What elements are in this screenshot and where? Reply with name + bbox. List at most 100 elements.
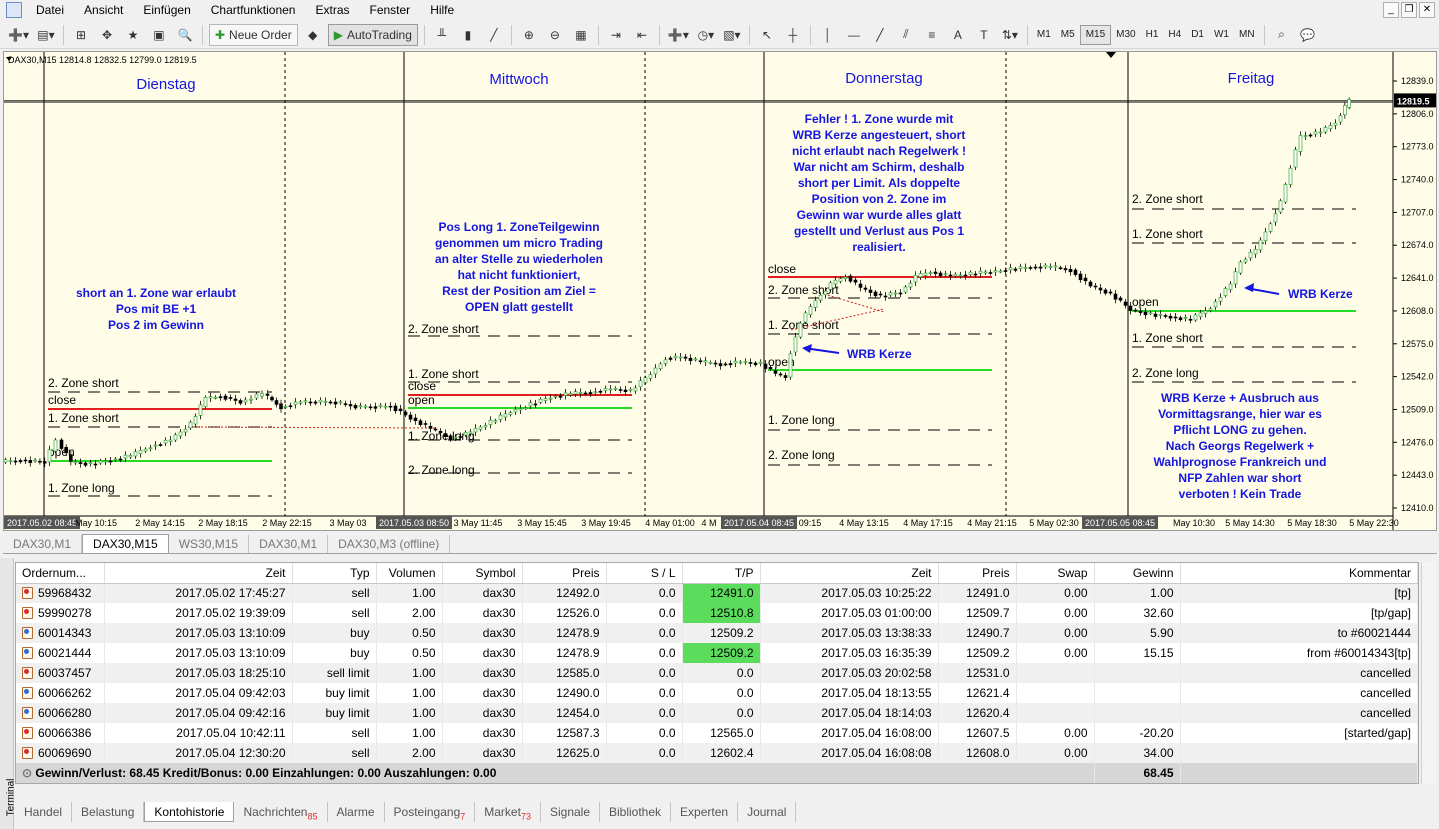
new-order-button[interactable]: ✚ Neue Order bbox=[208, 23, 298, 46]
line-chart-icon[interactable]: ╱ bbox=[483, 24, 505, 46]
table-row[interactable]: 60037457 2017.05.03 18:25:10 sell limit 1.0… bbox=[16, 663, 1418, 683]
autotrading-button[interactable]: ▶ AutoTrading bbox=[327, 23, 418, 46]
tab-experten[interactable]: Experten bbox=[671, 802, 739, 822]
tab-alarme[interactable]: Alarme bbox=[328, 802, 385, 822]
vertical-line-icon[interactable]: │ bbox=[817, 24, 839, 46]
grid-header-cell[interactable]: Swap bbox=[1016, 563, 1095, 584]
tab-posteingang[interactable]: Posteingang7 bbox=[385, 802, 476, 822]
menu-extras[interactable]: Extras bbox=[305, 3, 359, 17]
menu-ansicht[interactable]: Ansicht bbox=[74, 3, 133, 17]
tab-kontohistorie[interactable]: Kontohistorie bbox=[144, 802, 235, 822]
new-chart-icon[interactable]: ➕▾ bbox=[6, 24, 31, 46]
chart-tab[interactable]: DAX30,M1 bbox=[249, 535, 329, 553]
terminal-icon[interactable]: ▣ bbox=[148, 24, 170, 46]
tab-journal[interactable]: Journal bbox=[738, 802, 797, 822]
chart-tab[interactable]: DAX30,M15 bbox=[82, 534, 169, 553]
grid-header-cell[interactable]: S / L bbox=[606, 563, 683, 584]
arrows-icon[interactable]: ⇅▾ bbox=[999, 24, 1021, 46]
grid-header-cell[interactable]: Preis bbox=[938, 563, 1017, 584]
restore-icon[interactable]: ❐ bbox=[1401, 2, 1417, 18]
candle-body bbox=[718, 363, 723, 367]
table-row[interactable]: 60066262 2017.05.04 09:42:03 buy limit 1.00… bbox=[16, 683, 1418, 703]
grid-header-cell[interactable]: Zeit bbox=[104, 563, 293, 584]
table-row[interactable]: 59968432 2017.05.02 17:45:27 sell 1.00 dax30… bbox=[16, 583, 1418, 603]
table-row[interactable]: 60069690 2017.05.04 12:30:20 sell 2.00 dax30… bbox=[16, 743, 1418, 763]
grid-header-cell[interactable]: Typ bbox=[292, 563, 377, 584]
metaeditor-icon[interactable]: ◆ bbox=[302, 24, 324, 46]
tab-signale[interactable]: Signale bbox=[541, 802, 600, 822]
menu-chartfunktionen[interactable]: Chartfunktionen bbox=[201, 3, 306, 17]
tab-market[interactable]: Market73 bbox=[475, 802, 541, 822]
candle-body bbox=[208, 396, 213, 399]
tab-nachrichten[interactable]: Nachrichten85 bbox=[234, 802, 328, 822]
timeframe-w1[interactable]: W1 bbox=[1209, 25, 1234, 45]
autoscroll-icon[interactable]: ⇥ bbox=[605, 24, 627, 46]
search-icon[interactable]: ⌕ bbox=[1271, 24, 1293, 46]
navigator-icon[interactable]: ★ bbox=[122, 24, 144, 46]
zoom-out-icon[interactable]: ⊖ bbox=[544, 24, 566, 46]
close-icon[interactable]: ✕ bbox=[1419, 2, 1435, 18]
minimize-icon[interactable]: _ bbox=[1383, 2, 1399, 18]
table-row[interactable]: 60021444 2017.05.03 13:10:09 buy 0.50 dax30 1… bbox=[16, 643, 1418, 663]
chat-icon[interactable]: 💬 bbox=[1297, 24, 1319, 46]
timeframe-m15[interactable]: M15 bbox=[1079, 24, 1112, 45]
timeframe-h4[interactable]: H4 bbox=[1163, 25, 1186, 45]
chart-tab[interactable]: DAX30,M1 bbox=[3, 535, 83, 553]
fibonacci-icon[interactable]: ≡ bbox=[921, 24, 943, 46]
tab-label: Kontohistorie bbox=[154, 805, 225, 819]
cursor-icon[interactable]: ↖ bbox=[756, 24, 778, 46]
grid-header-cell[interactable]: Kommentar bbox=[1180, 563, 1418, 584]
timeframe-m5[interactable]: M5 bbox=[1056, 25, 1080, 45]
market-watch-icon[interactable]: ⊞ bbox=[70, 24, 92, 46]
timeframe-m30[interactable]: M30 bbox=[1111, 25, 1140, 45]
tab-belastung[interactable]: Belastung bbox=[72, 802, 145, 822]
data-window-icon[interactable]: ✥ bbox=[96, 24, 118, 46]
menu-hilfe[interactable]: Hilfe bbox=[420, 3, 464, 17]
candle-body bbox=[738, 361, 743, 364]
menu-datei[interactable]: Datei bbox=[26, 3, 74, 17]
timeframe-d1[interactable]: D1 bbox=[1186, 25, 1209, 45]
tab-handel[interactable]: Handel bbox=[15, 802, 73, 822]
grid-header-cell[interactable]: Preis bbox=[522, 563, 607, 584]
zoom-in-icon[interactable]: ⊕ bbox=[518, 24, 540, 46]
grid-header-cell[interactable]: Gewinn bbox=[1094, 563, 1181, 584]
tab-bibliothek[interactable]: Bibliothek bbox=[600, 802, 672, 822]
grid-scrollbar[interactable] bbox=[1421, 562, 1436, 784]
timeframe-mn[interactable]: MN bbox=[1234, 25, 1260, 45]
chart-window[interactable]: DAX30,M15 12814.8 12832.5 12799.0 12819.… bbox=[3, 51, 1437, 531]
candle-body bbox=[1313, 131, 1318, 135]
chart-shift-icon[interactable]: ⇤ bbox=[631, 24, 653, 46]
grid-header-cell[interactable]: Volumen bbox=[376, 563, 443, 584]
table-row[interactable]: 60066386 2017.05.04 10:42:11 sell 1.00 dax30… bbox=[16, 723, 1418, 743]
chart-tab[interactable]: DAX30,M3 (offline) bbox=[328, 535, 451, 553]
menu-fenster[interactable]: Fenster bbox=[360, 3, 421, 17]
timeframe-h1[interactable]: H1 bbox=[1141, 25, 1164, 45]
table-row[interactable]: 60014343 2017.05.03 13:10:09 buy 0.50 dax30 1… bbox=[16, 623, 1418, 643]
table-row[interactable]: 59990278 2017.05.02 19:39:09 sell 2.00 dax30… bbox=[16, 603, 1418, 623]
menu-einfügen[interactable]: Einfügen bbox=[133, 3, 200, 17]
periods-icon[interactable]: ◷▾ bbox=[695, 24, 717, 46]
timeframe-m1[interactable]: M1 bbox=[1032, 25, 1056, 45]
grid-header-cell[interactable]: Symbol bbox=[442, 563, 523, 584]
candle-body bbox=[1008, 267, 1013, 271]
horizontal-line-icon[interactable]: — bbox=[843, 24, 865, 46]
crosshair-icon[interactable]: ┼ bbox=[782, 24, 804, 46]
grid-header-cell[interactable]: Zeit bbox=[760, 563, 939, 584]
table-row[interactable]: 60066280 2017.05.04 09:42:16 buy limit 1.00… bbox=[16, 703, 1418, 723]
candlestick-icon[interactable]: ▮ bbox=[457, 24, 479, 46]
tile-windows-icon[interactable]: ▦ bbox=[570, 24, 592, 46]
indicators-icon[interactable]: ➕▾ bbox=[666, 24, 691, 46]
grid-header-cell[interactable]: T/P bbox=[682, 563, 761, 584]
trendline-icon[interactable]: ╱ bbox=[869, 24, 891, 46]
text-icon[interactable]: A bbox=[947, 24, 969, 46]
equidistant-channel-icon[interactable]: ⫽ bbox=[895, 24, 917, 46]
text-label-icon[interactable]: T bbox=[973, 24, 995, 46]
templates-icon[interactable]: ▧▾ bbox=[721, 24, 743, 46]
strategy-tester-icon[interactable]: 🔍 bbox=[174, 24, 196, 46]
profiles-icon[interactable]: ▤▾ bbox=[35, 24, 57, 46]
price-chart[interactable]: DAX30,M15 12814.8 12832.5 12799.0 12819.… bbox=[4, 52, 1436, 530]
account-history-grid[interactable]: Ordernum... Zeit Typ Volumen Symbol Preis S / … bbox=[15, 562, 1419, 784]
bar-chart-icon[interactable]: ╨ bbox=[431, 24, 453, 46]
chart-tab[interactable]: WS30,M15 bbox=[169, 535, 250, 553]
grid-header-cell[interactable]: Ordernum... bbox=[16, 563, 105, 584]
